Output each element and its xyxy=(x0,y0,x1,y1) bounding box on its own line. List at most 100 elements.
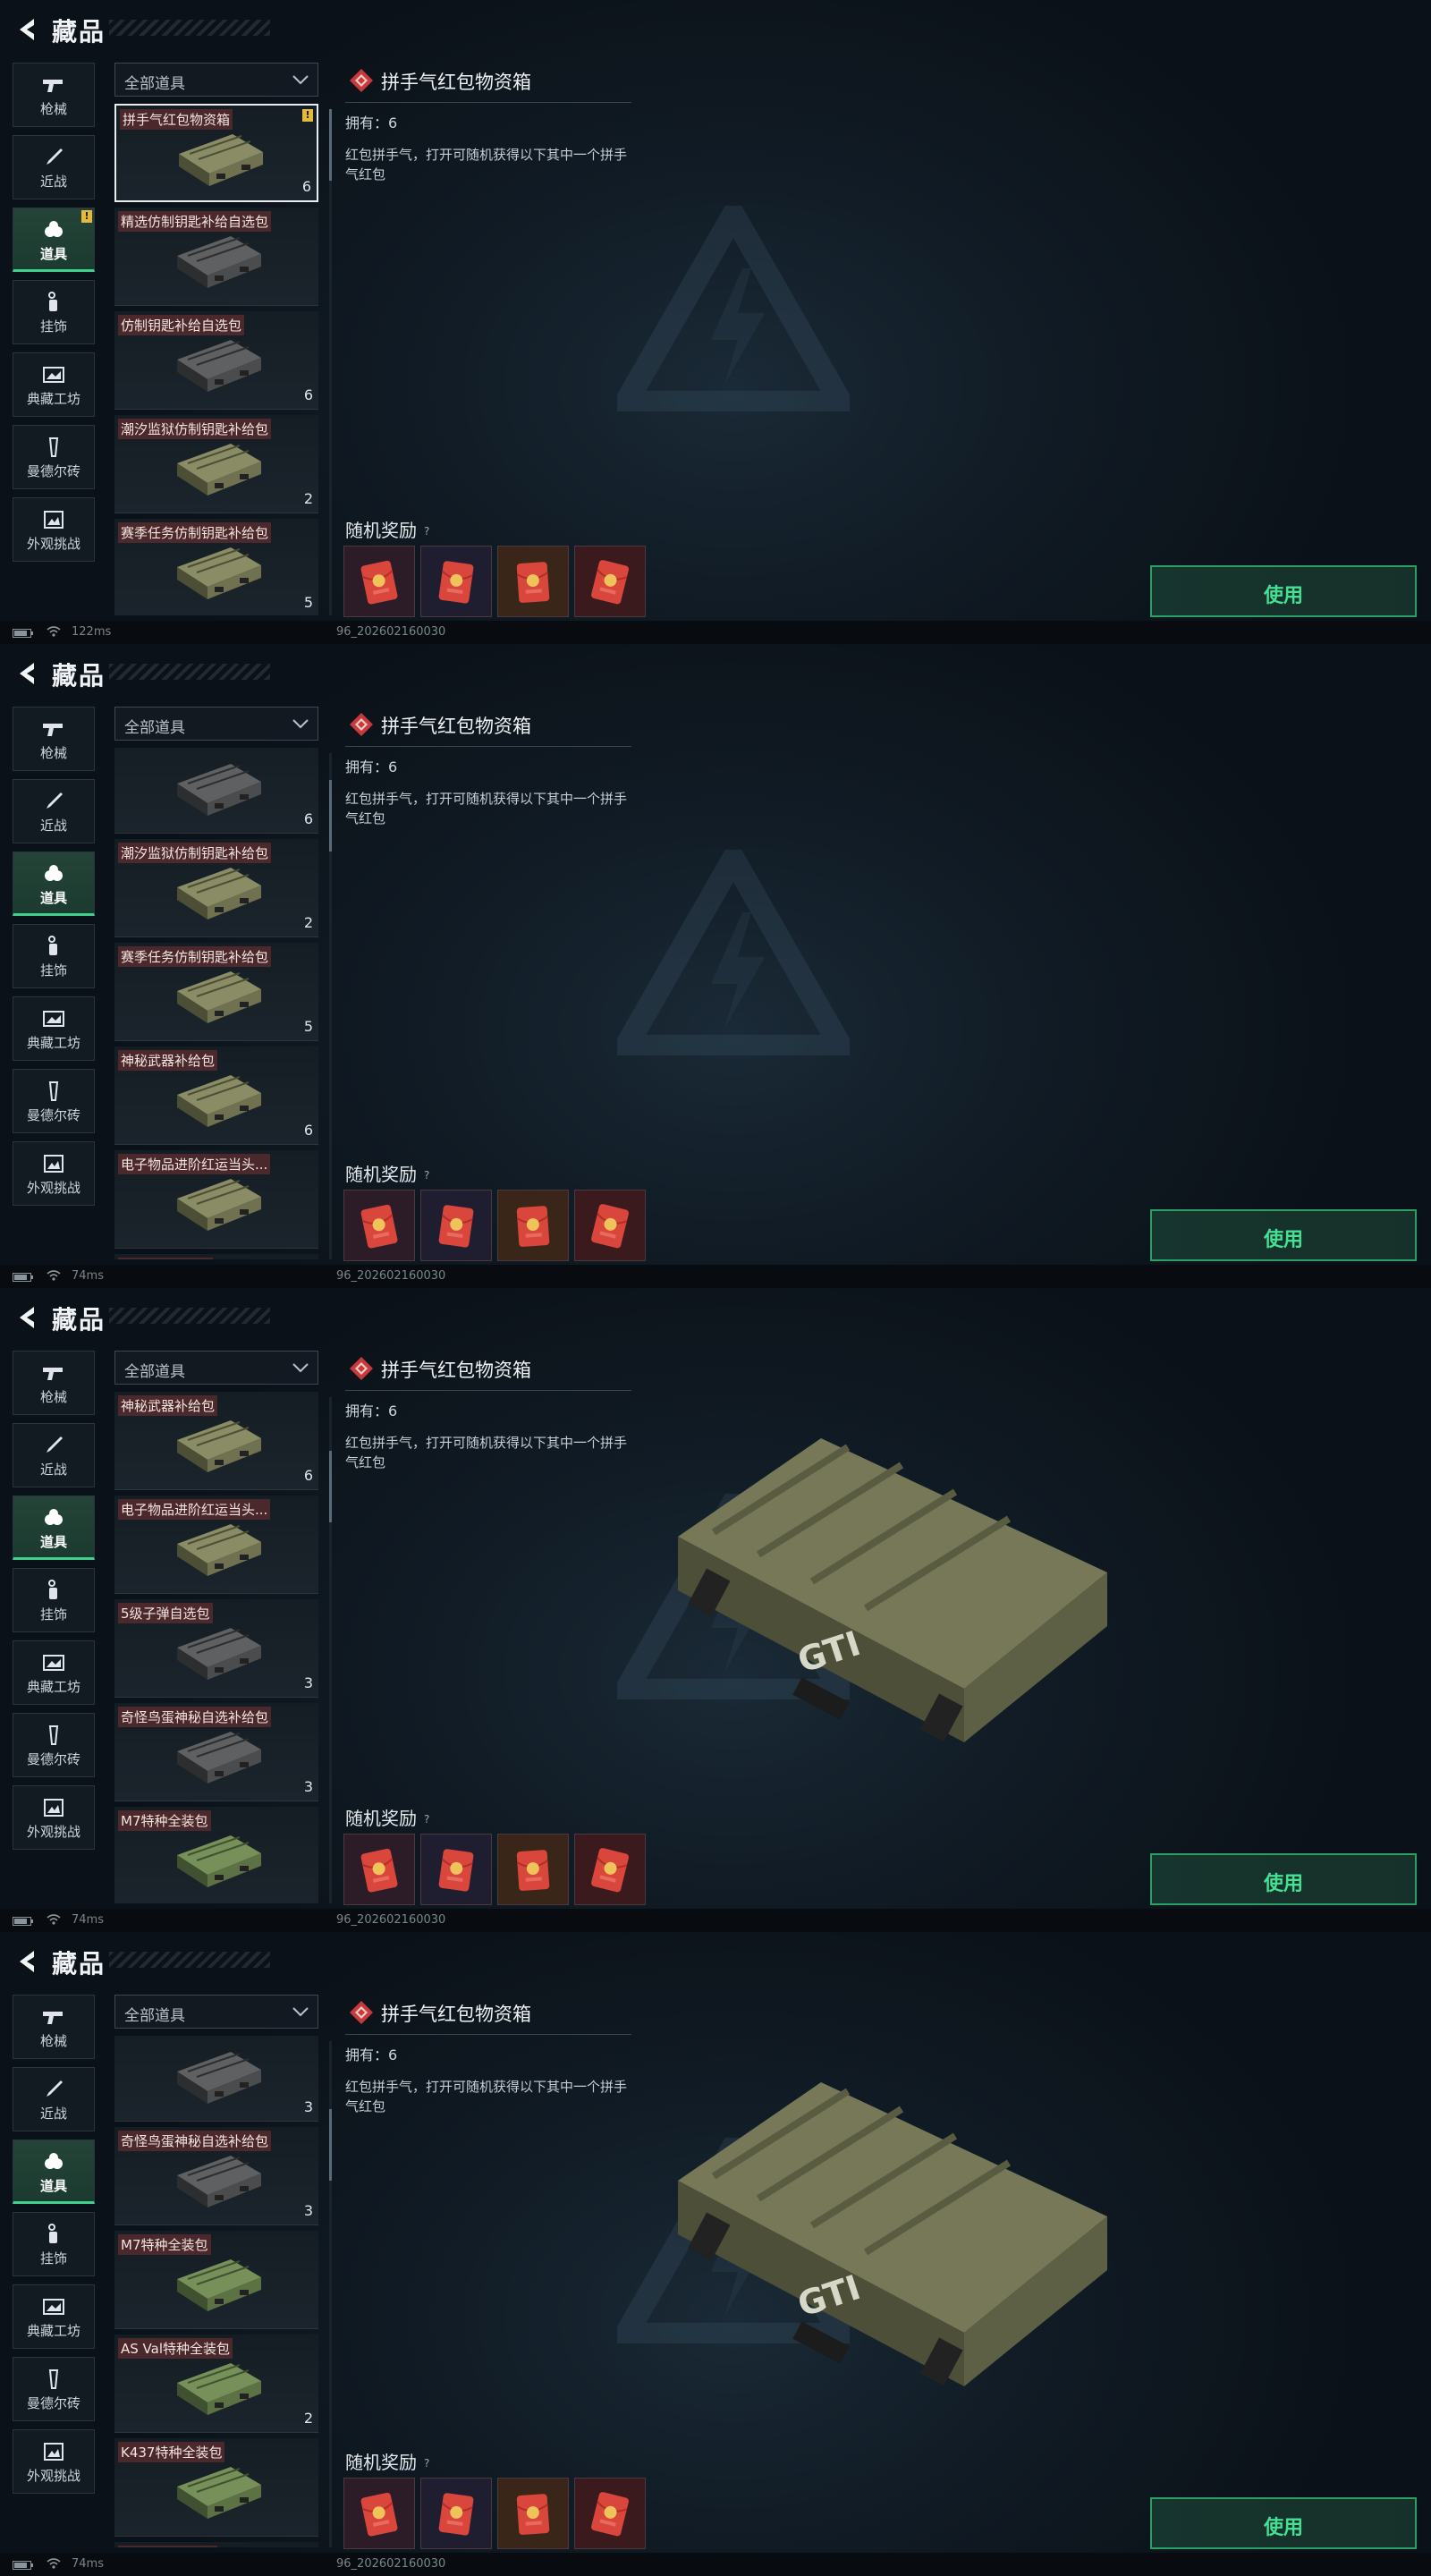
item-card[interactable]: M7特种全装包 xyxy=(114,1807,318,1903)
logo-watermark xyxy=(605,191,861,414)
filter-dropdown[interactable]: 全部道具 xyxy=(114,1351,318,1385)
reward-slot[interactable] xyxy=(497,2478,569,2549)
item-card[interactable]: 赛季任务仿制钥匙补给包 5 xyxy=(114,519,318,615)
item-card[interactable]: 电子物品进阶红运当头... xyxy=(114,1496,318,1594)
item-card[interactable]: 精选仿制钥匙补给自选包 xyxy=(114,208,318,306)
sidebar-item-3[interactable]: 挂饰 xyxy=(13,924,95,988)
item-card[interactable]: 6 xyxy=(114,748,318,834)
sidebar-item-0[interactable]: 枪械 xyxy=(13,1995,95,2059)
sidebar-item-0[interactable]: 枪械 xyxy=(13,63,95,127)
sidebar-item-6[interactable]: 外观挑战 xyxy=(13,1785,95,1850)
sidebar-item-1[interactable]: 近战 xyxy=(13,135,95,199)
filter-dropdown[interactable]: 全部道具 xyxy=(114,1995,318,2029)
item-name: 5级子弹自选包 xyxy=(118,1258,213,1259)
scrollbar-thumb[interactable] xyxy=(329,109,332,181)
item-card[interactable]: 潮汐监狱仿制钥匙补给包 2 xyxy=(114,839,318,937)
help-icon[interactable]: ? xyxy=(424,1813,436,1826)
sidebar-item-4[interactable]: 典藏工坊 xyxy=(13,1640,95,1705)
back-arrow-icon[interactable] xyxy=(13,658,43,689)
reward-slot[interactable] xyxy=(574,1834,646,1905)
reward-slot[interactable] xyxy=(497,1834,569,1905)
sidebar-item-3[interactable]: 挂饰 xyxy=(13,280,95,344)
item-card[interactable]: 拼手气红包物资箱 6! xyxy=(114,104,318,202)
reward-slot[interactable] xyxy=(343,1834,415,1905)
item-card[interactable]: 奇怪鸟蛋神秘自选补给包 3 xyxy=(114,2127,318,2225)
reward-slot[interactable] xyxy=(343,546,415,617)
item-card[interactable]: 精密维修套装包 xyxy=(114,2542,318,2547)
sidebar-item-0[interactable]: 枪械 xyxy=(13,1351,95,1415)
item-list[interactable]: 3 奇怪鸟蛋神秘自选补给包 3 M7特种全装包 AS Val特种全装包 2 K437特种全装… xyxy=(114,2036,322,2547)
scrollbar-thumb[interactable] xyxy=(329,1451,332,1522)
reward-slot[interactable] xyxy=(497,1190,569,1261)
item-card[interactable]: 神秘武器补给包 6 xyxy=(114,1046,318,1145)
sidebar-item-0[interactable]: 枪械 xyxy=(13,707,95,771)
item-card[interactable]: 奇怪鸟蛋神秘自选补给包 3 xyxy=(114,1703,318,1801)
use-button[interactable]: 使用 xyxy=(1150,1209,1417,1261)
filter-dropdown[interactable]: 全部道具 xyxy=(114,707,318,741)
back-arrow-icon[interactable] xyxy=(13,1302,43,1333)
sidebar-item-4[interactable]: 典藏工坊 xyxy=(13,996,95,1061)
item-card[interactable]: 潮汐监狱仿制钥匙补给包 2 xyxy=(114,415,318,513)
item-card[interactable]: 神秘武器补给包 6 xyxy=(114,1392,318,1490)
sidebar-item-2[interactable]: 道具 xyxy=(13,852,95,916)
back-arrow-icon[interactable] xyxy=(13,1946,43,1977)
item-list[interactable]: 神秘武器补给包 6 电子物品进阶红运当头... 5级子弹自选包 3 奇怪鸟蛋神秘自选补给包… xyxy=(114,1392,322,1903)
item-count: 6 xyxy=(303,810,313,827)
sidebar-item-4[interactable]: 典藏工坊 xyxy=(13,352,95,417)
sidebar-item-5[interactable]: 曼德尔砖 xyxy=(13,1713,95,1777)
sidebar-item-5[interactable]: 曼德尔砖 xyxy=(13,2357,95,2421)
reward-slot[interactable] xyxy=(343,1190,415,1261)
reward-slot[interactable] xyxy=(420,1190,492,1261)
sidebar-item-4[interactable]: 典藏工坊 xyxy=(13,2284,95,2349)
sidebar-item-3[interactable]: 挂饰 xyxy=(13,2212,95,2276)
item-list[interactable]: 拼手气红包物资箱 6! 精选仿制钥匙补给自选包 仿制钥匙补给自选包 6 潮汐监狱仿制钥匙补… xyxy=(114,104,322,615)
sidebar-item-2[interactable]: 道具 xyxy=(13,2140,95,2204)
sidebar-item-6[interactable]: 外观挑战 xyxy=(13,1141,95,1206)
sidebar-item-6[interactable]: 外观挑战 xyxy=(13,2429,95,2494)
item-card[interactable]: 赛季任务仿制钥匙补给包 5 xyxy=(114,943,318,1041)
use-button[interactable]: 使用 xyxy=(1150,2497,1417,2549)
help-icon[interactable]: ? xyxy=(424,525,436,538)
sidebar-item-2[interactable]: 道具 xyxy=(13,1496,95,1560)
sidebar-item-1[interactable]: 近战 xyxy=(13,779,95,843)
reward-slot[interactable] xyxy=(420,1834,492,1905)
reward-slot[interactable] xyxy=(574,546,646,617)
sidebar-item-6[interactable]: 外观挑战 xyxy=(13,497,95,562)
help-icon[interactable]: ? xyxy=(424,2457,436,2470)
item-card[interactable]: 5级子弹自选包 xyxy=(114,1254,318,1259)
item-preview-3d: GTI xyxy=(642,1313,1143,1814)
item-card[interactable]: 电子物品进阶红运当头... xyxy=(114,1150,318,1249)
scrollbar-thumb[interactable] xyxy=(329,2109,332,2181)
use-button[interactable]: 使用 xyxy=(1150,565,1417,617)
reward-slot[interactable] xyxy=(574,2478,646,2549)
reward-slot[interactable] xyxy=(420,2478,492,2549)
reward-slot[interactable] xyxy=(343,2478,415,2549)
item-card[interactable]: 3 xyxy=(114,2036,318,2122)
back-arrow-icon[interactable] xyxy=(13,14,43,45)
red-packet-icon xyxy=(438,1205,474,1248)
reward-slot[interactable] xyxy=(497,546,569,617)
sidebar-item-5[interactable]: 曼德尔砖 xyxy=(13,1069,95,1133)
item-card[interactable]: 5级子弹自选包 3 xyxy=(114,1599,318,1698)
sidebar-item-2[interactable]: 道具! xyxy=(13,208,95,272)
item-card[interactable]: M7特种全装包 xyxy=(114,2231,318,2329)
filter-dropdown[interactable]: 全部道具 xyxy=(114,63,318,97)
sidebar-item-1[interactable]: 近战 xyxy=(13,1423,95,1487)
reward-slot[interactable] xyxy=(420,546,492,617)
item-card[interactable]: 仿制钥匙补给自选包 6 xyxy=(114,311,318,410)
item-list[interactable]: 6 潮汐监狱仿制钥匙补给包 2 赛季任务仿制钥匙补给包 5 神秘武器补给包 6 电子物品进阶红… xyxy=(114,748,322,1259)
list-scrollbar[interactable] xyxy=(329,1397,332,1903)
item-card[interactable]: K437特种全装包 xyxy=(114,2438,318,2537)
scrollbar-thumb[interactable] xyxy=(329,780,332,852)
list-scrollbar[interactable] xyxy=(329,753,332,1259)
sidebar-item-3[interactable]: 挂饰 xyxy=(13,1568,95,1632)
use-button[interactable]: 使用 xyxy=(1150,1853,1417,1905)
list-scrollbar[interactable] xyxy=(329,2041,332,2547)
list-scrollbar[interactable] xyxy=(329,109,332,615)
sidebar-item-5[interactable]: 曼德尔砖 xyxy=(13,425,95,489)
item-card[interactable]: AS Val特种全装包 2 xyxy=(114,2334,318,2433)
workshop-icon xyxy=(41,1652,66,1674)
reward-slot[interactable] xyxy=(574,1190,646,1261)
sidebar-item-1[interactable]: 近战 xyxy=(13,2067,95,2131)
help-icon[interactable]: ? xyxy=(424,1169,436,1182)
